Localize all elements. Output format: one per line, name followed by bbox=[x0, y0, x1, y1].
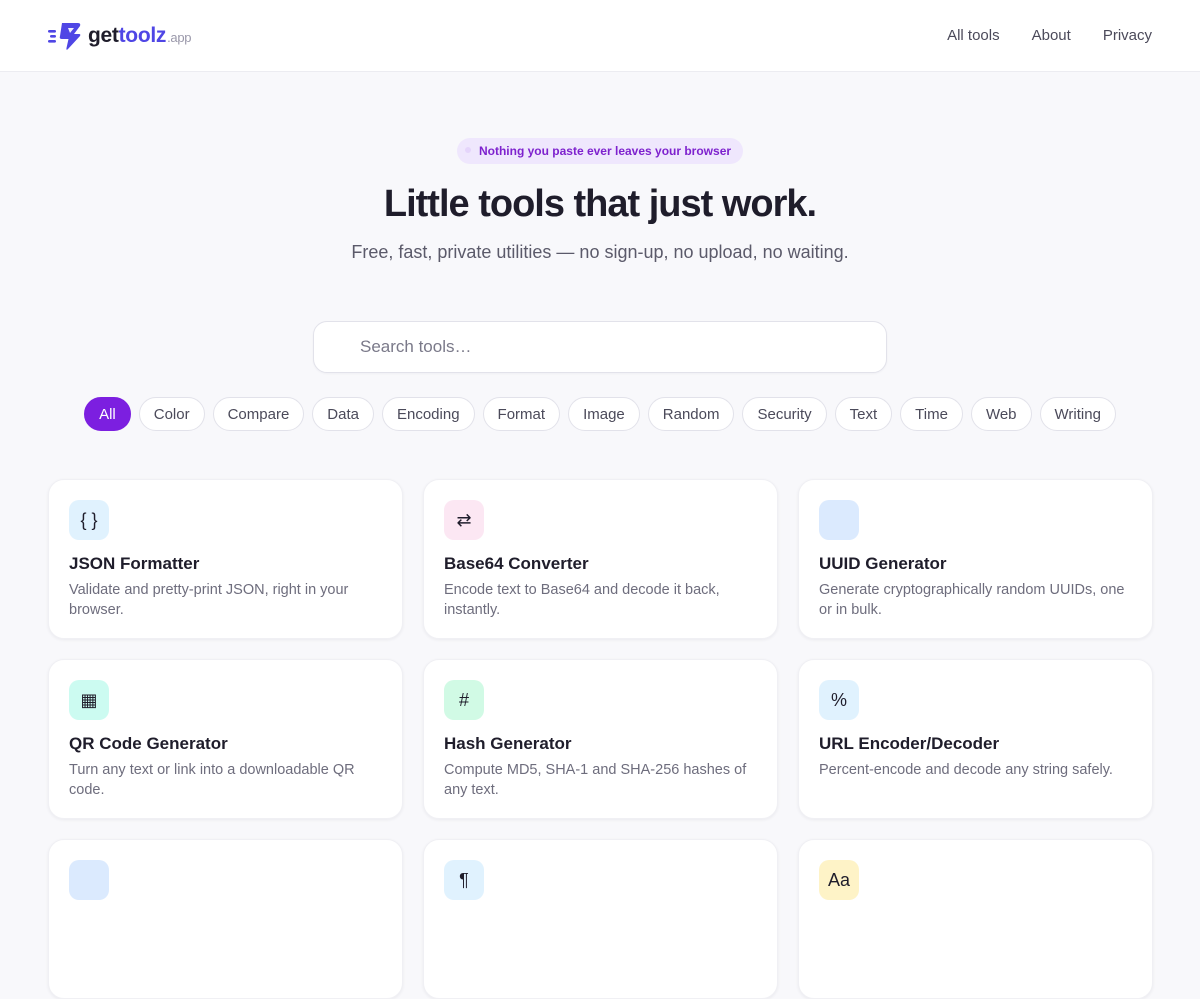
filter-chip-random[interactable]: Random bbox=[647, 397, 735, 431]
site-header: gettoolz.app All tools About Privacy bbox=[0, 0, 1200, 72]
tool-card[interactable]: ¶ bbox=[423, 839, 778, 999]
filter-chip-compare[interactable]: Compare bbox=[212, 397, 305, 431]
tool-card-title: URL Encoder/Decoder bbox=[819, 734, 1000, 753]
top-nav: All tools About Privacy bbox=[947, 27, 1152, 44]
filter-chip-color[interactable]: Color bbox=[138, 397, 205, 431]
brand-wordmark: gettoolz.app bbox=[88, 24, 192, 47]
tool-card-description: Turn any text or link into a downloadabl… bbox=[69, 762, 355, 798]
filter-chip-encoding[interactable]: Encoding bbox=[381, 397, 475, 431]
nav-all-tools[interactable]: All tools bbox=[947, 27, 1000, 44]
brand-get: get bbox=[88, 24, 119, 47]
page-subtitle: Free, fast, private utilities — no sign-… bbox=[351, 242, 849, 262]
search-input[interactable] bbox=[358, 336, 886, 358]
tool-card[interactable]: ▦ QR Code Generator Turn any text or link … bbox=[48, 659, 403, 819]
tool-card-description: Compute MD5, SHA-1 and SHA-256 hashes of… bbox=[444, 762, 747, 798]
filter-chip-text[interactable]: Text bbox=[834, 397, 893, 431]
tool-card-description: Encode text to Base64 and decode it back… bbox=[444, 582, 720, 618]
tool-card-title: QR Code Generator bbox=[69, 734, 228, 753]
nav-privacy[interactable]: Privacy bbox=[1103, 27, 1152, 44]
filter-chip-writing[interactable]: Writing bbox=[1039, 397, 1116, 431]
brand-tld: .app bbox=[167, 30, 192, 45]
tool-card-title: UUID Generator bbox=[819, 554, 947, 573]
search-icon bbox=[334, 339, 350, 355]
tool-card[interactable]: { } JSON Formatter Validate and pretty-pri… bbox=[48, 479, 403, 639]
filter-chip-all[interactable]: All bbox=[84, 397, 131, 431]
tool-card[interactable]: # Hash Generator Compute MD5, SHA-1 and SH… bbox=[423, 659, 778, 819]
tool-card[interactable]: % URL Encoder/Decoder Percent-encode and d… bbox=[798, 659, 1153, 819]
tool-card-title: Hash Generator bbox=[444, 734, 572, 753]
text-case-icon: Aa bbox=[819, 860, 859, 900]
page-title: Little tools that just work. bbox=[383, 183, 817, 225]
tool-card[interactable]: Aa bbox=[798, 839, 1153, 999]
privacy-note-badge: Nothing you paste ever leaves your brows… bbox=[456, 138, 744, 164]
search-box[interactable] bbox=[313, 321, 887, 373]
filter-chip-format[interactable]: Format bbox=[482, 397, 561, 431]
tool-card-title: JSON Formatter bbox=[69, 554, 200, 573]
hash-icon: # bbox=[444, 680, 484, 720]
pilcrow-icon: ¶ bbox=[444, 860, 484, 900]
search-wrapper bbox=[0, 321, 1200, 373]
filter-chip-web[interactable]: Web bbox=[970, 397, 1032, 431]
tool-card-description: Percent-encode and decode any string saf… bbox=[819, 762, 1113, 778]
tool-card[interactable]: UUID Generator Generate cryptographically… bbox=[798, 479, 1153, 639]
tool-card[interactable]: ⇄ Base64 Converter Encode text to Base64 a… bbox=[423, 479, 778, 639]
filter-chip-data[interactable]: Data bbox=[312, 397, 374, 431]
tool-card[interactable] bbox=[48, 839, 403, 999]
swap-arrows-icon: ⇄ bbox=[444, 500, 484, 540]
brand-toolz: toolz bbox=[118, 24, 167, 47]
tool-icon bbox=[69, 860, 109, 900]
category-filter-bar: All Color Compare Data Encoding Format Image Ra… bbox=[0, 397, 1200, 431]
qr-grid-icon: ▦ bbox=[69, 680, 109, 720]
brand-logo-link[interactable]: gettoolz.app bbox=[48, 21, 192, 51]
tool-card-title: Base64 Converter bbox=[444, 554, 589, 573]
filter-chip-time[interactable]: Time bbox=[900, 397, 963, 431]
nav-about[interactable]: About bbox=[1032, 27, 1071, 44]
bolt-logo-icon bbox=[48, 22, 81, 50]
filter-chip-security[interactable]: Security bbox=[742, 397, 827, 431]
tool-grid: { } JSON Formatter Validate and pretty-pri… bbox=[48, 479, 1200, 999]
braces-icon: { } bbox=[69, 500, 109, 540]
filter-chip-image[interactable]: Image bbox=[568, 397, 640, 431]
percent-icon: % bbox=[819, 680, 859, 720]
tool-card-description: Generate cryptographically random UUIDs,… bbox=[819, 582, 1125, 618]
tool-card-description: Validate and pretty-print JSON, right in… bbox=[69, 582, 349, 618]
hero-section: Nothing you paste ever leaves your brows… bbox=[0, 72, 1200, 263]
uuid-icon bbox=[819, 500, 859, 540]
